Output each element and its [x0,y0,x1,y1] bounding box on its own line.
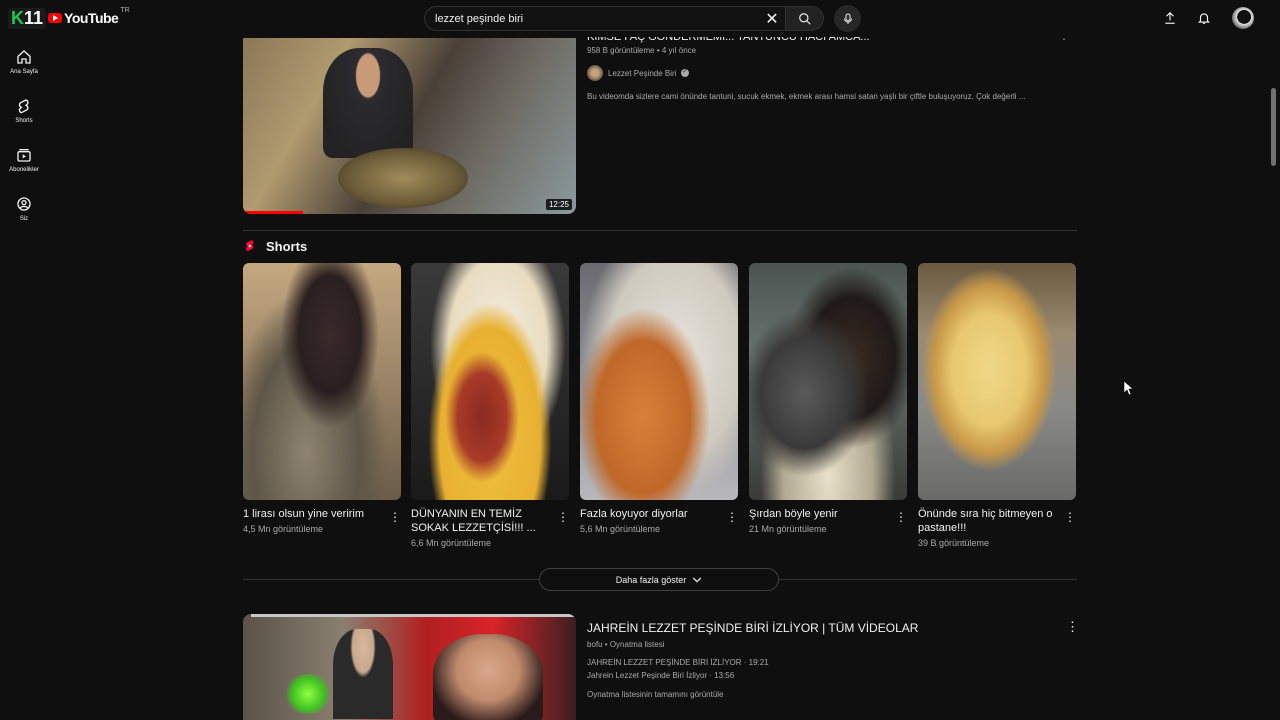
short-menu-button[interactable]: ⋮ [389,510,401,524]
short-views: 21 Mn görüntüleme [749,524,827,534]
video-description: Bu videomda sizlere cami önünde tantuni,… [587,92,1026,101]
shorts-logo-icon [246,240,254,252]
short-card[interactable]: Önünde sıra hiç bitmeyen o pastane!!! 39… [918,263,1076,548]
video-thumbnail[interactable]: 12:25 [243,38,576,214]
sidebar-item-subscriptions[interactable]: Abonelikler [0,135,48,184]
short-title[interactable]: 1 lirası olsun yine veririm [243,507,381,521]
short-thumbnail[interactable] [411,263,569,500]
clear-search-icon[interactable]: ✕ [759,9,785,29]
verified-icon [681,68,690,77]
search-button[interactable] [786,6,824,31]
short-views: 4,5 Mn görüntüleme [243,524,324,534]
channel-link[interactable]: Lezzet Peşinde Biri [587,65,690,81]
thumbnail-person [333,629,393,719]
channel-name[interactable]: Lezzet Peşinde Biri [608,69,676,78]
sidebar-item-label: Shorts [15,117,33,124]
sidebar-item-shorts[interactable]: Shorts [0,86,48,135]
short-views: 39 B görüntüleme [918,538,990,548]
subscriptions-icon [17,148,31,162]
search-input[interactable]: lezzet peşinde biri ✕ [424,6,786,31]
playlist-subtitle[interactable]: bofu • Oynatma listesi [587,640,665,649]
voice-search-button[interactable] [834,5,861,32]
youtube-play-icon [48,13,63,23]
playlist-stack-edge [251,614,576,617]
show-more-label: Daha fazla göster [615,574,687,585]
short-title[interactable]: DÜNYANIN EN TEMİZ SOKAK LEZZETÇİSİ!!! ..… [411,507,549,535]
playlist-video-item[interactable]: JAHREİN LEZZET PEŞİNDE BİRİ İZLİYOR · 19… [587,658,769,667]
channel-avatar[interactable] [587,65,603,81]
thumbnail-pan [338,148,468,208]
sidebar-item-label: Siz [19,215,29,222]
short-thumbnail[interactable] [243,263,401,500]
notifications-button[interactable] [1194,7,1214,29]
short-title[interactable]: Önünde sıra hiç bitmeyen o pastane!!! [918,507,1056,535]
short-menu-button[interactable]: ⋮ [557,510,569,524]
short-thumbnail[interactable] [918,263,1076,500]
watch-progress-bar [243,211,303,214]
search-icon [798,12,811,25]
youtube-logo[interactable]: K 11 YouTube TR [8,5,130,31]
playlist-title[interactable]: JAHREİN LEZZET PEŞİNDE BİRİ İZLİYOR | TÜ… [587,621,918,635]
you-icon [17,196,31,211]
playlist-video-item[interactable]: Jahrein Lezzet Peşinde Biri İzliyor · 13… [587,671,734,680]
show-more-button[interactable]: Daha fazla göster [539,568,779,591]
short-menu-button[interactable]: ⋮ [1064,510,1076,524]
video-meta: 958 B görüntüleme • 4 yıl önce [587,46,697,55]
short-card[interactable]: DÜNYANIN EN TEMİZ SOKAK LEZZETÇİSİ!!! ..… [411,263,569,548]
bell-icon [1197,13,1211,24]
chevron-down-icon [693,576,702,583]
scrollbar[interactable] [1271,88,1276,166]
short-card[interactable]: Fazla koyuyor diyorlar 5,6 Mn görüntülem… [580,263,738,534]
short-title[interactable]: Şırdan böyle yenir [749,507,887,521]
sidebar-item-label: Abonelikler [9,166,39,173]
thumbnail-effect [283,674,333,714]
thumbnail-person [323,48,413,158]
header-actions [1160,7,1254,29]
top-bar: K 11 YouTube TR lezzet peşinde biri ✕ [0,0,1280,37]
shorts-icon [18,98,29,113]
short-views: 5,6 Mn görüntüleme [580,524,661,534]
thumbnail-face [433,634,543,720]
section-divider [243,230,1077,231]
upload-icon [1165,11,1175,24]
sidebar-item-you[interactable]: Siz [0,184,48,233]
channel-badge: K 11 [8,7,47,29]
microphone-icon [843,13,852,24]
short-title[interactable]: Fazla koyuyor diyorlar [580,507,718,521]
sidebar-item-home[interactable]: Ana Sayfa [0,37,48,86]
account-avatar[interactable] [1232,7,1254,29]
short-views: 6,6 Mn görüntüleme [411,538,492,548]
shorts-heading: Shorts [266,238,308,254]
home-icon [17,49,31,64]
logo-word: YouTube [64,10,119,26]
short-card[interactable]: 1 lirası olsun yine veririm 4,5 Mn görün… [243,263,401,534]
short-thumbnail[interactable] [749,263,907,500]
view-full-playlist-link[interactable]: Oynatma listesinin tamamını görüntüle [587,690,724,699]
short-menu-button[interactable]: ⋮ [726,510,738,524]
playlist-menu-button[interactable]: ⋮ [1066,619,1079,635]
short-menu-button[interactable]: ⋮ [895,510,907,524]
short-card[interactable]: Şırdan böyle yenir 21 Mn görüntüleme ⋮ [749,263,907,534]
sidebar-item-label: Ana Sayfa [10,68,38,75]
mouse-cursor-icon [1124,381,1133,395]
video-duration: 12:25 [545,199,572,210]
shorts-shelf-header: Shorts [243,238,307,254]
search-query[interactable]: lezzet peşinde biri [435,13,759,25]
country-code: TR [120,7,130,14]
short-thumbnail[interactable] [580,263,738,500]
playlist-thumbnail[interactable] [243,614,576,720]
upload-button[interactable] [1160,7,1180,29]
sidebar: Ana Sayfa Shorts Abonelikler Siz [0,37,48,233]
